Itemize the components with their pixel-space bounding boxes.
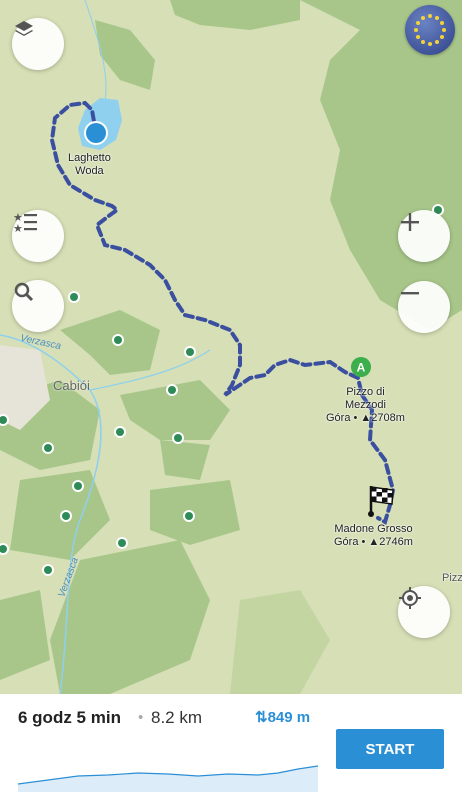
search-icon <box>14 282 34 302</box>
svg-text:★: ★ <box>13 222 23 234</box>
zoom-in-button[interactable] <box>398 210 450 262</box>
favorites-list-icon: ★ ★ <box>13 211 37 234</box>
eu-globe-icon[interactable] <box>405 5 455 55</box>
layers-icon <box>15 21 33 36</box>
elevation-profile-chart <box>18 765 318 792</box>
edge-place-label: Pizz <box>442 572 462 584</box>
start-marker-label: A <box>357 361 366 375</box>
peak-a-label: Pizzo di Mezzodi Góra • ▲2708m <box>326 386 405 424</box>
map-view[interactable]: A Laghetto Woda Pizzo di Mezzodi Góra • ▲27… <box>0 0 462 694</box>
separator: • <box>138 709 144 726</box>
start-button[interactable]: START <box>336 729 444 769</box>
layers-button[interactable] <box>12 18 64 70</box>
minus-icon <box>401 292 419 295</box>
route-summary-panel: 6 godz 5 min • 8.2 km ⇅849 m START <box>0 694 462 800</box>
favorites-button[interactable]: ★ ★ <box>12 210 64 262</box>
eu-stars <box>414 14 446 46</box>
lake-label: Laghetto Woda <box>68 152 111 177</box>
route-distance: 8.2 km <box>151 708 203 727</box>
search-button[interactable] <box>12 280 64 332</box>
locate-button[interactable] <box>398 586 450 638</box>
route-duration: 6 godz 5 min <box>18 708 121 727</box>
place-label: Cabiói <box>53 378 90 393</box>
peak-b-label: Madone Grosso Góra • ▲2746m <box>334 523 413 548</box>
plus-icon <box>401 213 419 231</box>
zoom-out-button[interactable] <box>398 281 450 333</box>
crosshair-icon <box>399 587 421 609</box>
elevation-gain: ⇅849 m <box>255 709 311 726</box>
